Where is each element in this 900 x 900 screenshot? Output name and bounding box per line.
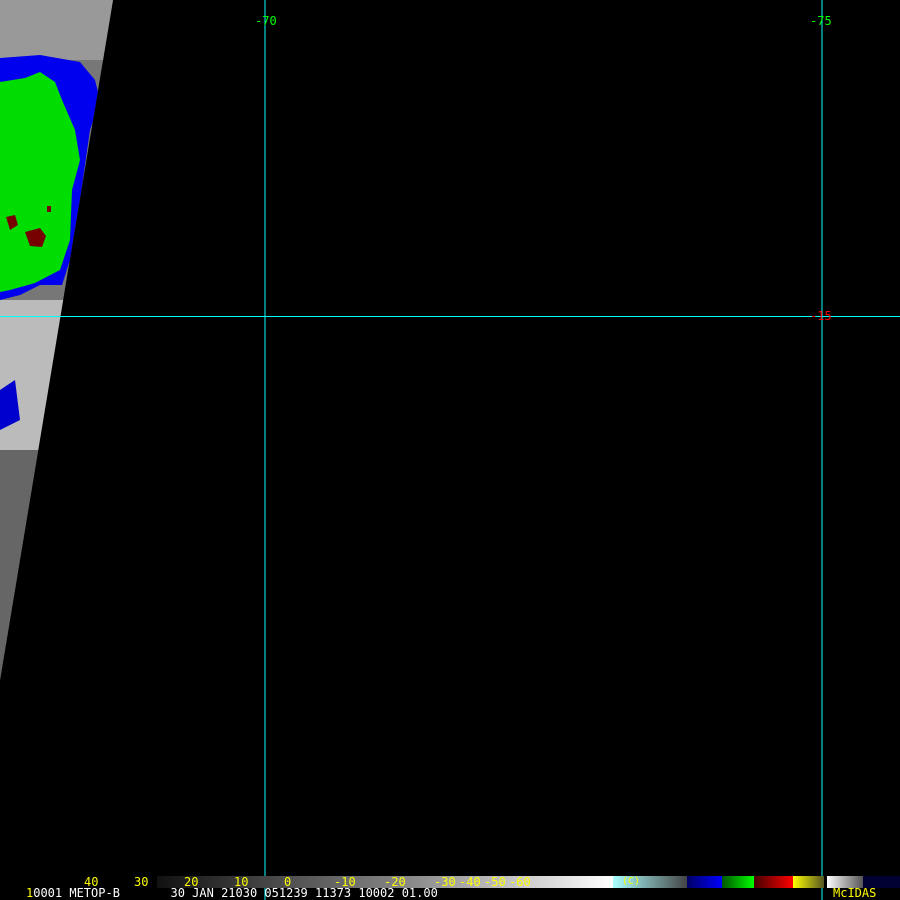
swath — [0, 0, 113, 680]
lon-label-left: -70 — [255, 14, 277, 28]
lat-label: -15 — [810, 309, 832, 323]
lon-label-right: -75 — [810, 14, 832, 28]
mcidas-brand: McIDAS — [833, 886, 877, 900]
scale-unit: (C) — [622, 876, 641, 887]
scale-tick: -40 — [459, 875, 481, 889]
satellite-imagery — [0, 0, 900, 900]
image-info-line: 10001 METOP-B 30 JAN 21030 051239 11373 … — [26, 887, 438, 899]
scale-tick: -60 — [509, 875, 531, 889]
info-text: 0001 METOP-B 30 JAN 21030 051239 11373 1… — [33, 886, 438, 900]
satellite-image-view: -70 -75 -15 40 30 20 10 0 -10 -20 -30 -4… — [0, 0, 900, 900]
scale-tick: -50 — [484, 875, 506, 889]
